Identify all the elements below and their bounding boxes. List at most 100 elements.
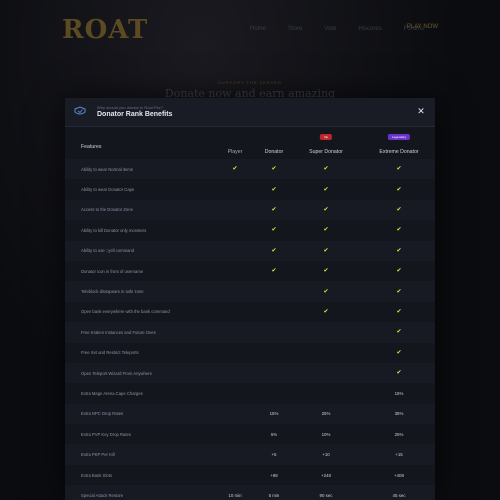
- cell-super: ✔: [289, 220, 363, 240]
- table-row: Special Attack Restore 10 min 5 min 90 sec 4…: [65, 485, 435, 500]
- cell-donator: +88: [259, 465, 289, 485]
- table-row: Ability to wear Normal items ✔ ✔ ✔ ✔: [65, 159, 435, 180]
- feature-label: Open Teleport Wizard From Anywhere: [81, 370, 152, 376]
- cell-donator: ✔: [259, 159, 289, 179]
- check-icon: ✔: [323, 288, 329, 295]
- check-icon: ✔: [396, 247, 402, 254]
- cell-super-empty: [289, 363, 363, 383]
- cell-value: 15%: [269, 411, 279, 417]
- table-header-row: Features Player Donator Vip Super Donato…: [65, 127, 435, 159]
- cell-value: +10: [322, 452, 330, 458]
- check-icon: ✔: [323, 308, 329, 315]
- cell-value: 25%: [394, 431, 404, 437]
- cell-player-empty: [211, 444, 259, 464]
- table-row: Ability to wear Donator Cape ✔ ✔ ✔: [65, 179, 435, 200]
- cell-player: ✔: [211, 159, 259, 179]
- cell-extreme: ✔: [363, 302, 435, 322]
- cell-super-empty: [289, 383, 363, 403]
- cell-value: +248: [321, 472, 331, 478]
- check-icon: ✔: [396, 329, 402, 336]
- feature-label: Extra NPC Drop Rates: [81, 411, 124, 417]
- play-now-button: PLAY NOW: [406, 24, 438, 30]
- cell-donator: 15%: [259, 404, 289, 424]
- cell-value: 10%: [321, 431, 331, 437]
- feature-label: Access to the Donator Zone: [81, 207, 133, 213]
- feature-label: Open bank everywhere with the bank comma…: [81, 309, 170, 315]
- cell-extreme: ✔: [363, 200, 435, 220]
- check-icon: ✔: [396, 268, 402, 275]
- hero-eyebrow: SUPPORT THE SERVER: [218, 80, 282, 85]
- nav-item: Hiscores: [358, 26, 382, 32]
- nav-item: Store: [288, 26, 303, 32]
- check-icon: ✔: [323, 268, 329, 275]
- cell-value: 45 sec: [392, 492, 406, 498]
- cell-super: +10: [289, 444, 363, 464]
- check-icon: ✔: [271, 247, 277, 254]
- cell-player-empty: [211, 383, 259, 403]
- cell-value: 90 sec: [319, 492, 333, 498]
- table-row: Ability to use ::yell command ✔ ✔ ✔: [65, 240, 435, 261]
- modal-header: Why should you donate to Roat Pkz? Donat…: [65, 98, 435, 127]
- table-row: Free Set and Restrict Teleports ✔: [65, 342, 435, 363]
- cell-donator-empty: [259, 363, 289, 383]
- check-icon: ✔: [323, 247, 329, 254]
- cell-value: +88: [270, 472, 278, 478]
- table-row: Free Kraken Instances and Future Ones ✔: [65, 322, 435, 343]
- cell-player-empty: [211, 343, 259, 363]
- legendary-badge: Legendary: [387, 134, 411, 140]
- nav-item: Vote: [324, 26, 337, 32]
- feature-label: Free Set and Restrict Teleports: [81, 350, 139, 356]
- cell-extreme: ✔: [363, 363, 435, 383]
- check-icon: ✔: [323, 186, 329, 193]
- feature-label: Extra PVP Key Drop Rates: [81, 431, 131, 437]
- feature-label: Ability to wear Normal items: [81, 166, 133, 172]
- cell-extreme: 35%: [363, 404, 435, 424]
- cell-donator: ✔: [259, 241, 289, 261]
- check-icon: ✔: [396, 206, 402, 213]
- cell-player-empty: [211, 200, 259, 220]
- cell-extreme: 15%: [363, 383, 435, 403]
- check-icon: ✔: [396, 349, 402, 356]
- table-row: Teleblock dissapears in safe zone ✔ ✔: [65, 281, 435, 302]
- feature-label: Special Attack Restore: [81, 492, 124, 498]
- close-icon[interactable]: ✕: [416, 106, 426, 116]
- cell-value: +15: [395, 452, 403, 458]
- cell-donator: ✔: [259, 261, 289, 281]
- cell-super: ✔: [289, 200, 363, 220]
- cell-value: 5 min: [268, 492, 280, 498]
- cell-player-empty: [211, 322, 259, 342]
- feature-label: Extra PKP Per Kill: [81, 452, 115, 458]
- check-icon: ✔: [323, 227, 329, 234]
- cell-super: 10%: [289, 424, 363, 444]
- table-row: Extra Mage Arena Cape Charges 15%: [65, 383, 435, 404]
- cell-player-empty: [211, 363, 259, 383]
- check-icon: ✔: [396, 288, 402, 295]
- cell-player-empty: [211, 404, 259, 424]
- cell-donator-empty: [259, 343, 289, 363]
- cell-super: +248: [289, 465, 363, 485]
- cell-player-empty: [211, 220, 259, 240]
- cell-donator: ✔: [259, 179, 289, 199]
- cell-value: 10 min: [228, 492, 242, 498]
- cell-extreme: +408: [363, 465, 435, 485]
- column-player: Player: [227, 149, 243, 155]
- column-extreme-label: Extreme Donator: [379, 149, 419, 155]
- feature-label: Teleblock dissapears in safe zone: [81, 289, 144, 295]
- cell-donator-empty: [259, 302, 289, 322]
- modal-subtitle: Why should you donate to Roat Pkz?: [97, 105, 163, 110]
- check-icon: ✔: [323, 206, 329, 213]
- cell-player-empty: [211, 179, 259, 199]
- table-row: Extra Bank Slots +88 +248 +408: [65, 464, 435, 486]
- check-icon: ✔: [396, 308, 402, 315]
- column-super-label: Super Donator: [309, 149, 343, 155]
- cell-player-empty: [211, 424, 259, 444]
- column-extreme-donator: Legendary Extreme Donator: [363, 127, 435, 159]
- cell-super: ✔: [289, 281, 363, 301]
- cell-donator: ✔: [259, 220, 289, 240]
- cell-donator: ✔: [259, 200, 289, 220]
- benefits-table: Features Player Donator Vip Super Donato…: [65, 127, 435, 500]
- check-icon: ✔: [232, 166, 238, 173]
- check-icon: ✔: [271, 186, 277, 193]
- benefits-rows: Ability to wear Normal items ✔ ✔ ✔ ✔ Ability …: [65, 159, 435, 500]
- check-icon: ✔: [271, 166, 277, 173]
